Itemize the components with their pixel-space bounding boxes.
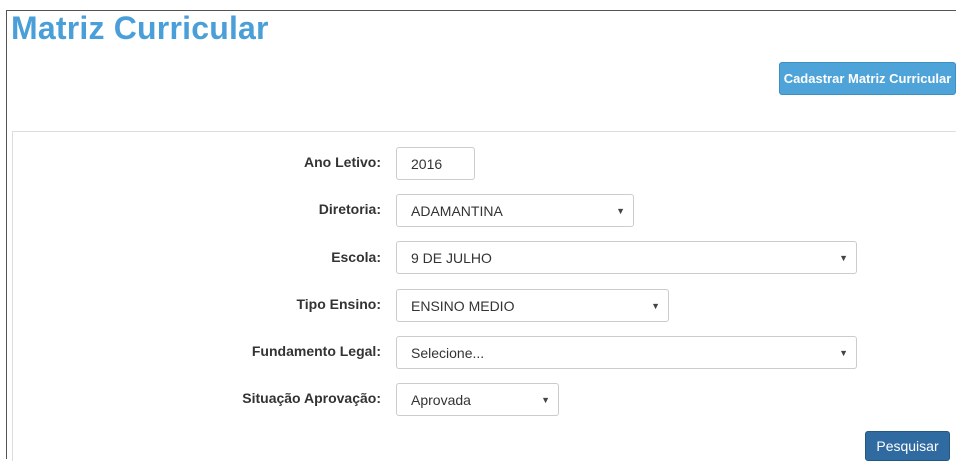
search-button[interactable]: Pesquisar [865, 431, 950, 461]
diretoria-value: ADAMANTINA [411, 202, 503, 219]
diretoria-select[interactable]: ADAMANTINA ▼ [396, 194, 634, 227]
fundamento-legal-select[interactable]: Selecione... ▼ [396, 336, 857, 369]
escola-value: 9 DE JULHO [411, 249, 492, 266]
register-matrix-button[interactable]: Cadastrar Matriz Curricular [779, 62, 956, 95]
chevron-down-icon: ▼ [839, 252, 848, 263]
diretoria-label: Diretoria: [318, 201, 381, 217]
frame-left-border [6, 10, 7, 459]
escola-label: Escola: [331, 249, 381, 265]
ano-letivo-input[interactable]: 2016 [396, 147, 475, 180]
situacao-aprovacao-label: Situação Aprovação: [242, 390, 381, 406]
ano-letivo-value: 2016 [411, 155, 443, 172]
tipo-ensino-label: Tipo Ensino: [296, 296, 381, 312]
situacao-aprovacao-select[interactable]: Aprovada ▼ [396, 383, 559, 416]
escola-select[interactable]: 9 DE JULHO ▼ [396, 241, 857, 274]
chevron-down-icon: ▼ [651, 300, 660, 311]
fundamento-legal-value: Selecione... [411, 344, 485, 361]
tipo-ensino-select[interactable]: ENSINO MEDIO ▼ [396, 289, 669, 322]
chevron-down-icon: ▼ [541, 394, 550, 405]
ano-letivo-label: Ano Letivo: [304, 154, 381, 170]
fundamento-legal-label: Fundamento Legal: [251, 343, 381, 359]
chevron-down-icon: ▼ [616, 205, 625, 216]
tipo-ensino-value: ENSINO MEDIO [411, 297, 515, 314]
situacao-aprovacao-value: Aprovada [411, 391, 471, 408]
chevron-down-icon: ▼ [839, 347, 848, 358]
page-title: Matriz Curricular [11, 10, 269, 46]
